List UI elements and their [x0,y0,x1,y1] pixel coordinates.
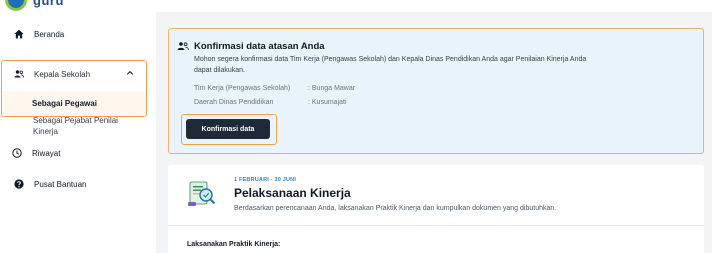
info-row-tim-kerja: Tim Kerja (Pengawas Sekolah) : Bunga Mawa… [194,85,355,92]
sidebar-subitem-pejabat-penilai[interactable]: Sebagai Pejabat Penilai Kinerja [33,115,143,137]
info-label: Daerah Dinas Pendidikan [194,99,274,106]
home-icon [12,27,26,41]
sidebar-item-pusat-bantuan[interactable]: Pusat Bantuan [0,176,156,192]
chevron-up-icon[interactable] [126,69,134,77]
sidebar-item-label: Pusat Bantuan [34,179,87,189]
sidebar-group-kepala-sekolah: Kepala Sekolah Sebagai Pegawai [1,60,147,117]
users-icon [177,42,189,51]
sidebar-group-header[interactable]: Kepala Sekolah [2,67,146,81]
divider [168,225,704,226]
confirm-supervisor-card: Konfirmasi data atasan Anda Mohon segera… [168,28,704,154]
performance-subheading: Laksanakan Praktik Kinerja: [187,241,281,248]
sidebar-group-label: Kepala Sekolah [34,69,91,79]
info-value: : Kusumajati [308,99,347,106]
performance-title: Pelaksanaan Kinerja [234,186,351,200]
sidebar-subitem-sebagai-pegawai[interactable]: Sebagai Pegawai [2,91,145,115]
logo-text: guru [33,0,64,8]
logo-icon [5,0,27,11]
performance-card: 1 FEBRUARI - 30 JUNI Pelaksanaan Kinerja… [168,165,704,253]
sidebar-subitem-label: Sebagai Pegawai [32,98,97,108]
sidebar: Beranda Kepala Sekolah Sebagai Pegawai S… [0,12,156,253]
document-search-icon [188,181,216,206]
help-icon [12,177,26,191]
confirm-button-highlight: Konfirmasi data [181,114,277,145]
performance-date-range: 1 FEBRUARI - 30 JUNI [234,177,297,183]
top-header: guru [0,0,712,12]
confirm-data-button[interactable]: Konfirmasi data [186,119,270,139]
performance-description: Berdasarkan perencanaan Anda, laksanakan… [234,205,557,212]
sidebar-subitem-label: Sebagai Pejabat Penilai Kinerja [33,116,118,136]
confirm-card-title: Konfirmasi data atasan Anda [194,41,325,52]
sidebar-item-riwayat[interactable]: Riwayat [0,145,156,161]
sidebar-item-label: Beranda [34,29,65,39]
sidebar-item-beranda[interactable]: Beranda [0,26,156,42]
users-icon [12,67,26,81]
confirm-card-description: Mohon segera konfirmasi data Tim Kerja (… [194,56,587,74]
clock-icon [10,146,24,160]
info-label: Tim Kerja (Pengawas Sekolah) [194,85,291,92]
sidebar-item-label: Riwayat [32,148,61,158]
info-value: : Bunga Mawar [308,85,356,92]
info-row-dinas: Daerah Dinas Pendidikan : Kusumajati [194,99,347,106]
